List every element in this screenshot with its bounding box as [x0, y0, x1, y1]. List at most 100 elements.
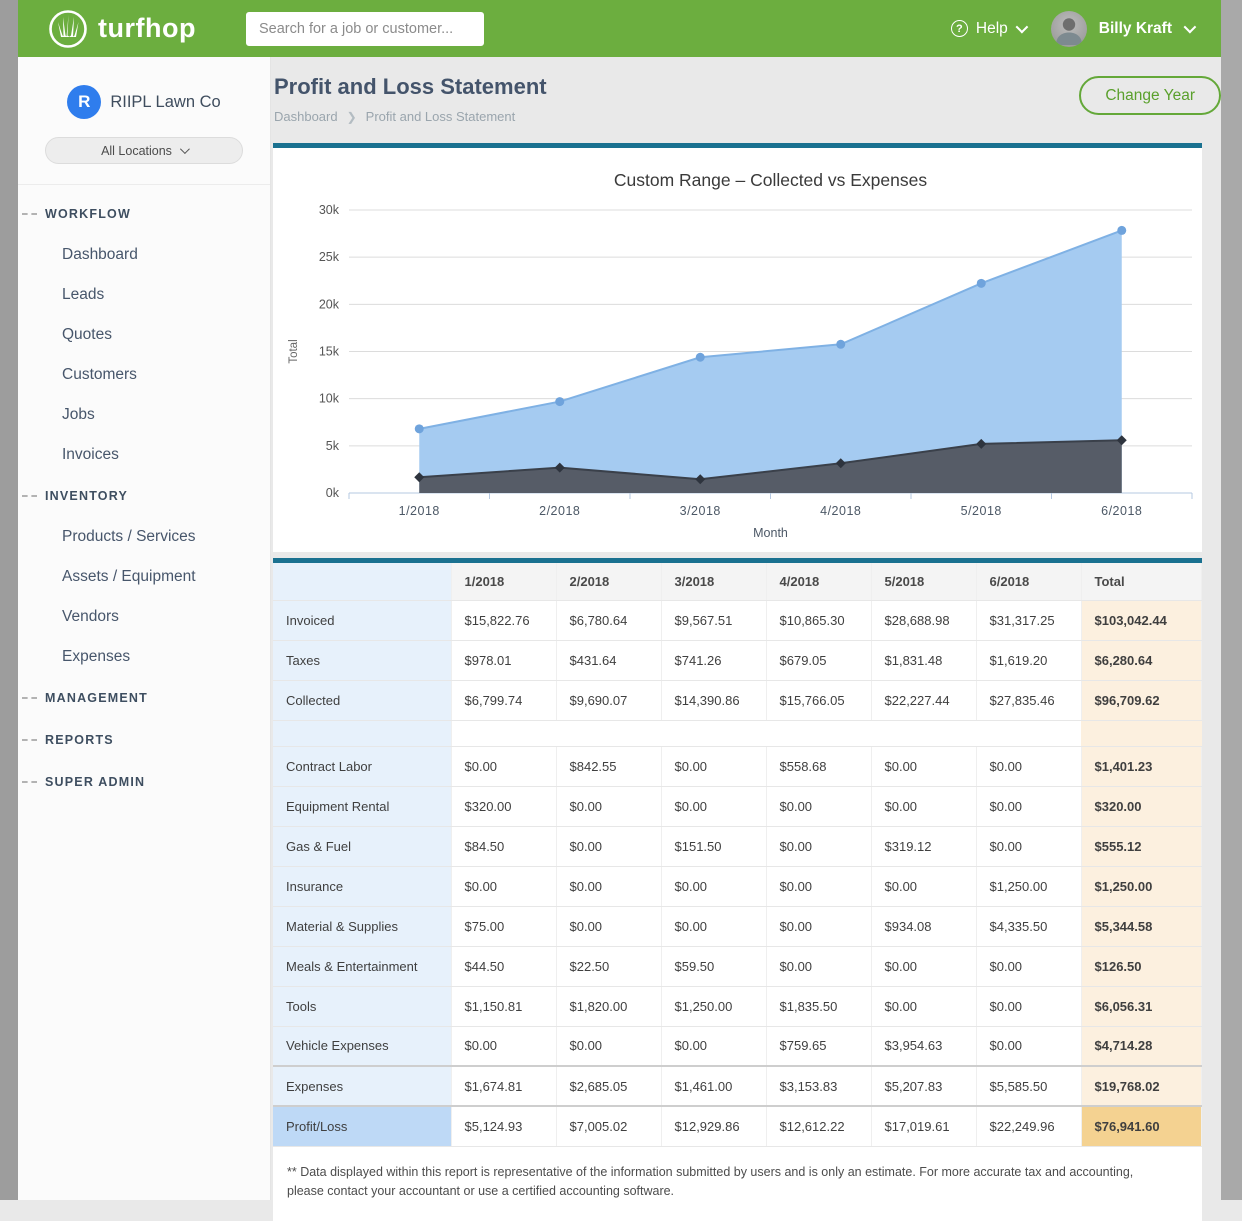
search-input[interactable]: [246, 12, 484, 46]
total-cell: $6,056.31: [1081, 986, 1202, 1026]
breadcrumb-dashboard[interactable]: Dashboard: [274, 109, 338, 124]
data-point-collected[interactable]: [555, 397, 564, 406]
value-cell: $0.00: [451, 866, 556, 906]
value-cell: $3,954.63: [871, 1026, 976, 1066]
value-cell: $0.00: [976, 986, 1081, 1026]
value-cell: $6,780.64: [556, 600, 661, 640]
value-cell: $0.00: [976, 826, 1081, 866]
row-label: Insurance: [273, 866, 451, 906]
y-tick-label: 20k: [319, 297, 340, 311]
sidebar-item-invoices[interactable]: Invoices: [18, 435, 270, 475]
column-header-3-2018: 3/2018: [661, 563, 766, 600]
value-cell: $22.50: [556, 946, 661, 986]
sidebar-section-management[interactable]: MANAGEMENT: [18, 677, 270, 719]
value-cell: $14,390.86: [661, 680, 766, 720]
value-cell: $0.00: [766, 786, 871, 826]
location-selector[interactable]: All Locations: [45, 137, 243, 164]
sidebar-section-reports[interactable]: REPORTS: [18, 719, 270, 761]
turfhop-logo[interactable]: turfhop: [48, 9, 196, 49]
total-cell: $5,344.58: [1081, 906, 1202, 946]
table-row-contract-labor: Contract Labor$0.00$842.55$0.00$558.68$0…: [273, 746, 1202, 786]
x-axis-label: Month: [753, 526, 788, 540]
value-cell: $7,005.02: [556, 1106, 661, 1146]
value-cell: $15,766.05: [766, 680, 871, 720]
y-tick-label: 5k: [326, 439, 340, 453]
value-cell: $1,674.81: [451, 1066, 556, 1106]
value-cell: $558.68: [766, 746, 871, 786]
sidebar-item-customers[interactable]: Customers: [18, 355, 270, 395]
value-cell: $1,835.50: [766, 986, 871, 1026]
data-point-collected[interactable]: [977, 279, 986, 288]
sidebar-item-vendors[interactable]: Vendors: [18, 597, 270, 637]
total-cell: $1,401.23: [1081, 746, 1202, 786]
help-menu[interactable]: ? Help: [951, 20, 1025, 38]
column-header-5-2018: 5/2018: [871, 563, 976, 600]
column-header-1-2018: 1/2018: [451, 563, 556, 600]
sidebar-item-jobs[interactable]: Jobs: [18, 395, 270, 435]
total-cell: $96,709.62: [1081, 680, 1202, 720]
data-point-collected[interactable]: [836, 340, 845, 349]
sidebar-item-quotes[interactable]: Quotes: [18, 315, 270, 355]
value-cell: $151.50: [661, 826, 766, 866]
dashed-line-icon: [22, 213, 37, 215]
y-tick-label: 15k: [319, 345, 340, 359]
x-tick-label: 3/2018: [680, 504, 721, 518]
sidebar-menu: WORKFLOW DashboardLeadsQuotesCustomersJob…: [18, 185, 270, 803]
x-tick-label: 2/2018: [539, 504, 580, 518]
row-label: Profit/Loss: [273, 1106, 451, 1146]
sidebar-section-workflow[interactable]: WORKFLOW: [18, 193, 270, 235]
column-header-6-2018: 6/2018: [976, 563, 1081, 600]
value-cell: $0.00: [871, 786, 976, 826]
value-cell: $12,612.22: [766, 1106, 871, 1146]
value-cell: $0.00: [556, 1026, 661, 1066]
y-axis-label: Total: [288, 339, 300, 363]
sidebar-item-assets-equipment[interactable]: Assets / Equipment: [18, 557, 270, 597]
user-name: Billy Kraft: [1099, 20, 1172, 38]
value-cell: $431.64: [556, 640, 661, 680]
sidebar-item-leads[interactable]: Leads: [18, 275, 270, 315]
grass-logo-icon: [48, 9, 88, 49]
chart-card: 0k5k10k15k20k25k30kCustom Range – Collec…: [273, 143, 1202, 552]
y-tick-label: 25k: [319, 250, 340, 264]
user-menu[interactable]: Billy Kraft: [1051, 11, 1193, 47]
value-cell: $12,929.86: [661, 1106, 766, 1146]
value-cell: $0.00: [976, 746, 1081, 786]
table-row-insurance: Insurance$0.00$0.00$0.00$0.00$0.00$1,250…: [273, 866, 1202, 906]
sidebar-item-products-services[interactable]: Products / Services: [18, 517, 270, 557]
value-cell: $1,250.00: [661, 986, 766, 1026]
value-cell: $0.00: [766, 946, 871, 986]
sidebar: R RIIPL Lawn Co All Locations WORKFLOW Da…: [18, 57, 271, 1200]
column-header-2-2018: 2/2018: [556, 563, 661, 600]
change-year-button[interactable]: Change Year: [1079, 76, 1221, 115]
x-tick-label: 4/2018: [820, 504, 861, 518]
dashed-line-icon: [22, 781, 37, 783]
company-avatar: R: [67, 85, 101, 119]
value-cell: $0.00: [451, 1026, 556, 1066]
breadcrumb-current: Profit and Loss Statement: [366, 109, 516, 124]
value-cell: $0.00: [871, 986, 976, 1026]
sidebar-item-expenses[interactable]: Expenses: [18, 637, 270, 677]
value-cell: $9,690.07: [556, 680, 661, 720]
value-cell: $2,685.05: [556, 1066, 661, 1106]
table-row-taxes: Taxes$978.01$431.64$741.26$679.05$1,831.…: [273, 640, 1202, 680]
sidebar-section-inventory[interactable]: INVENTORY: [18, 475, 270, 517]
data-point-collected[interactable]: [1117, 226, 1126, 235]
total-cell: $4,714.28: [1081, 1026, 1202, 1066]
window-scrollbar[interactable]: [1221, 0, 1242, 1200]
help-label: Help: [976, 20, 1008, 38]
row-label: Invoiced: [273, 600, 451, 640]
sidebar-section-label: WORKFLOW: [45, 207, 131, 221]
data-point-collected[interactable]: [415, 424, 424, 433]
table-row-expenses: Expenses$1,674.81$2,685.05$1,461.00$3,15…: [273, 1066, 1202, 1106]
data-point-collected[interactable]: [696, 353, 705, 362]
sidebar-item-dashboard[interactable]: Dashboard: [18, 235, 270, 275]
value-cell: $6,799.74: [451, 680, 556, 720]
company-block: R RIIPL Lawn Co All Locations: [18, 57, 270, 185]
value-cell: $0.00: [556, 906, 661, 946]
table-row-material-supplies: Material & Supplies$75.00$0.00$0.00$0.00…: [273, 906, 1202, 946]
sidebar-section-super-admin[interactable]: SUPER ADMIN: [18, 761, 270, 803]
value-cell: $0.00: [766, 826, 871, 866]
value-cell: $31,317.25: [976, 600, 1081, 640]
value-cell: $0.00: [556, 866, 661, 906]
table-row-vehicle-expenses: Vehicle Expenses$0.00$0.00$0.00$759.65$3…: [273, 1026, 1202, 1066]
